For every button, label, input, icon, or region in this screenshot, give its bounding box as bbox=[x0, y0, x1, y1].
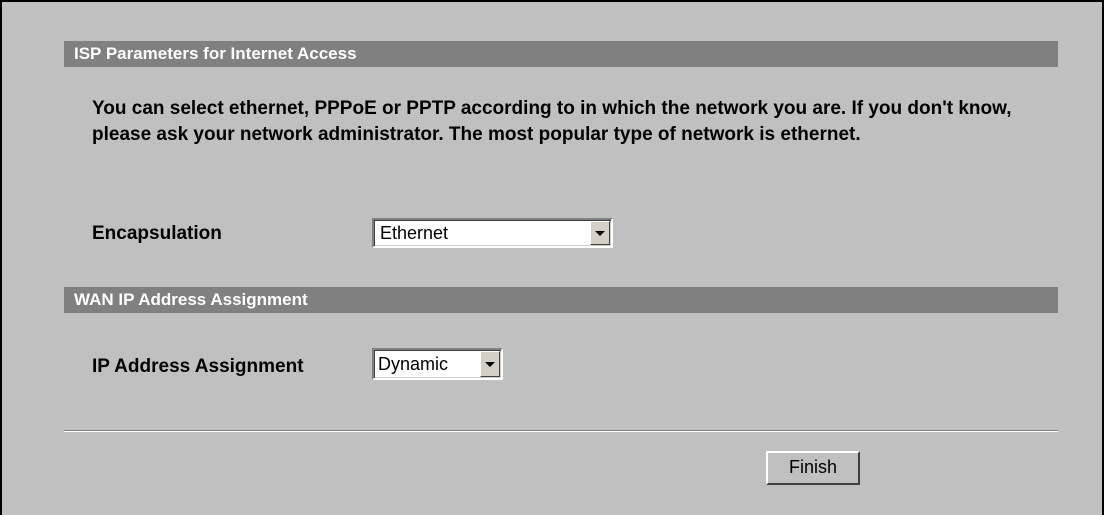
encapsulation-label: Encapsulation bbox=[92, 223, 222, 244]
finish-button[interactable]: Finish bbox=[766, 451, 860, 485]
divider bbox=[64, 430, 1058, 432]
isp-description: You can select ethernet, PPPoE or PPTP a… bbox=[92, 98, 1012, 145]
ip-address-assignment-dropdown-button[interactable] bbox=[480, 351, 500, 377]
ip-address-assignment-label: IP Address Assignment bbox=[92, 356, 304, 377]
chevron-down-icon bbox=[485, 362, 495, 367]
isp-parameters-header: ISP Parameters for Internet Access bbox=[64, 41, 1058, 67]
encapsulation-select[interactable]: Ethernet bbox=[372, 218, 613, 248]
chevron-down-icon bbox=[595, 231, 605, 236]
ip-address-assignment-select-value: Dynamic bbox=[378, 354, 449, 374]
encapsulation-select-value: Ethernet bbox=[380, 223, 449, 243]
encapsulation-dropdown-button[interactable] bbox=[590, 221, 610, 245]
ip-address-assignment-select[interactable]: Dynamic bbox=[372, 348, 503, 380]
wizard-panel: ISP Parameters for Internet Access You c… bbox=[0, 0, 1104, 515]
wan-ip-assignment-header: WAN IP Address Assignment bbox=[64, 287, 1058, 313]
